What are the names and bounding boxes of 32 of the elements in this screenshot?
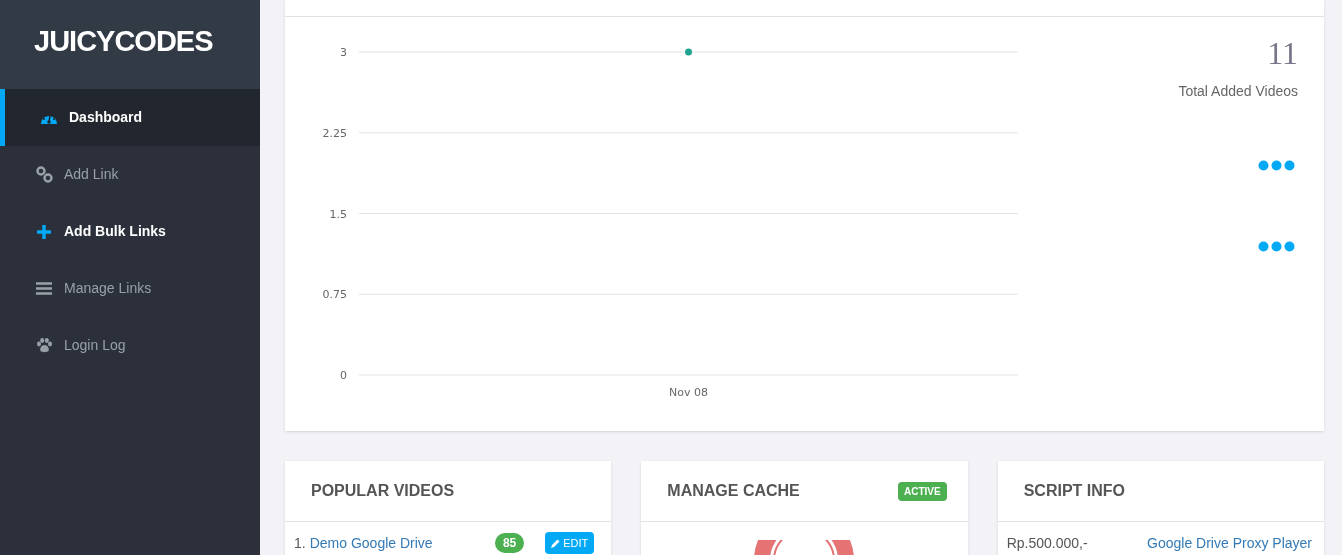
sidebar-item[interactable]: Add Link	[0, 146, 260, 203]
pencil-icon	[551, 538, 561, 548]
edit-button[interactable]: EDIT	[545, 531, 595, 555]
plus-icon	[37, 224, 51, 239]
axis-tick-label: 2.25	[322, 126, 347, 140]
product-link[interactable]: Google Drive Proxy Player	[1147, 532, 1312, 554]
price-text: Rp.500.000,-	[1006, 533, 1088, 553]
axis-tick-label: 0	[340, 369, 347, 382]
view-count: 85	[494, 533, 525, 553]
card-title: SCRIPT INFO	[1023, 481, 1125, 501]
card-title: MANAGE CACHE	[667, 481, 800, 501]
sidebar-item[interactable]: Add Bulk Links	[0, 203, 260, 260]
axis-tick-label: Nov 08	[669, 386, 708, 399]
axis-tick-label: 3	[340, 46, 347, 59]
card-title: POPULAR VIDEOS	[311, 481, 455, 501]
data-point	[685, 48, 692, 56]
loading-dots-icon	[1258, 160, 1295, 171]
paw-icon	[35, 338, 53, 353]
logo-text: JUICYCODES	[34, 23, 213, 59]
status-badge: ACTIVE	[898, 481, 947, 501]
axis-tick-label: 0.75	[322, 288, 347, 302]
menu-icon	[36, 282, 52, 295]
total-label: Total Added Videos	[1178, 82, 1298, 101]
video-link[interactable]: Demo Google Drive	[309, 532, 495, 554]
total-count: 11	[1267, 37, 1298, 69]
sidebar-item[interactable]: Login Log	[0, 317, 260, 374]
sidebar-item[interactable]: Manage Links	[0, 260, 260, 317]
chain-link-icon	[35, 166, 53, 183]
sidebar-item[interactable]: Dashboard	[0, 89, 260, 146]
loading-dots-icon	[1258, 241, 1295, 252]
axis-tick-label: 1.5	[329, 207, 347, 221]
row-number: 1.	[294, 533, 306, 553]
